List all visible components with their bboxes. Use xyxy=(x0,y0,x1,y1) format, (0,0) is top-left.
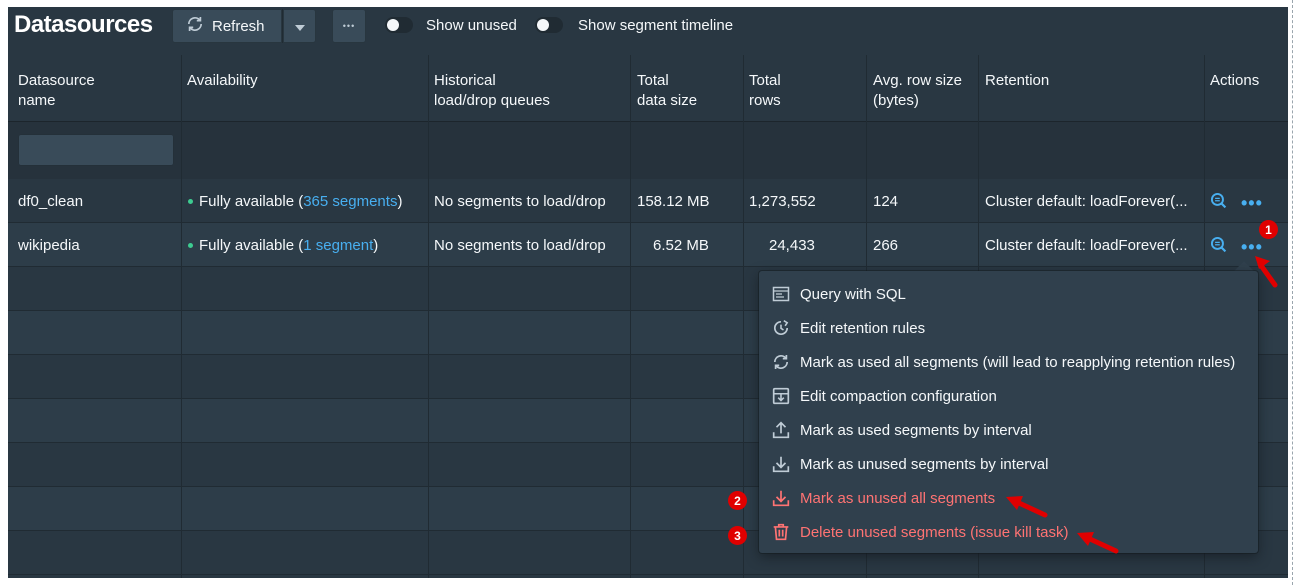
menu-item-label: Edit compaction configuration xyxy=(800,387,997,405)
annotation-badge-1: 1 xyxy=(1259,220,1278,239)
avg-row-size-cell: 124 xyxy=(873,193,899,210)
annotation-arrow-icon xyxy=(1077,532,1119,554)
menu-item-delete-unused-segments[interactable]: Delete unused segments (issue kill task) xyxy=(770,517,1068,547)
caret-down-icon xyxy=(294,18,305,35)
menu-item-label: Mark as used segments by interval xyxy=(800,421,1032,439)
search-template-icon[interactable] xyxy=(1210,192,1227,214)
availability-suffix: ) xyxy=(373,237,379,254)
menu-item-mark-unused-by-interval[interactable]: Mark as unused segments by interval xyxy=(770,449,1048,479)
page-edge-divider xyxy=(1292,0,1293,585)
segments-link[interactable]: 365 segments xyxy=(303,193,397,210)
datasource-name-filter-input[interactable] xyxy=(18,134,174,166)
upload-icon xyxy=(770,420,792,440)
avg-row-size-cell: 266 xyxy=(873,237,899,254)
header-toolbar: Datasources Refresh ••• Show unused Show… xyxy=(8,7,1288,47)
trash-icon xyxy=(770,522,792,542)
download-icon xyxy=(770,488,792,508)
annotation-arrow-icon xyxy=(1255,256,1278,288)
app-window: Datasources Refresh ••• Show unused Show… xyxy=(8,7,1288,578)
more-actions-icon[interactable]: ••• xyxy=(1241,238,1263,256)
segments-link[interactable]: 1 segment xyxy=(303,237,373,254)
menu-item-label: Edit retention rules xyxy=(800,319,926,337)
column-header-avg-row-size[interactable]: Avg. row size (bytes) xyxy=(873,71,962,111)
menu-item-mark-used-by-interval[interactable]: Mark as used segments by interval xyxy=(770,415,1032,445)
data-size-cell: 158.12 MB xyxy=(637,193,710,210)
menu-item-label: Query with SQL xyxy=(800,285,906,303)
show-unused-label: Show unused xyxy=(426,17,517,34)
datasource-name-cell[interactable]: wikipedia xyxy=(18,237,80,254)
show-segment-timeline-toggle[interactable] xyxy=(535,17,563,33)
column-header-total-data-size[interactable]: Total data size xyxy=(637,71,697,111)
availability-text: Fully available ( xyxy=(199,237,304,254)
availability-cell: Fully available (365 segments) xyxy=(188,193,402,210)
refresh-icon xyxy=(186,15,212,37)
column-divider xyxy=(181,55,182,578)
search-template-icon[interactable] xyxy=(1210,236,1227,258)
total-rows-cell: 1,273,552 xyxy=(749,193,816,210)
table-row[interactable]: wikipedia Fully available (1 segment) No… xyxy=(8,223,1288,267)
show-unused-toggle[interactable] xyxy=(385,17,413,33)
table-row[interactable]: df0_clean Fully available (365 segments)… xyxy=(8,179,1288,223)
refresh-label: Refresh xyxy=(212,17,265,35)
menu-item-query-with-sql[interactable]: Query with SQL xyxy=(770,279,906,309)
column-divider xyxy=(630,55,631,578)
refresh-button[interactable]: Refresh xyxy=(172,9,282,43)
availability-cell: Fully available (1 segment) xyxy=(188,237,378,254)
menu-item-label: Delete unused segments (issue kill task) xyxy=(800,523,1069,541)
filter-row xyxy=(8,122,1288,179)
total-rows-cell: 24,433 xyxy=(769,237,815,254)
refresh-options-button[interactable] xyxy=(282,9,316,43)
compressed-icon xyxy=(770,386,792,406)
retention-cell[interactable]: Cluster default: loadForever(... xyxy=(985,193,1188,210)
column-header-availability[interactable]: Availability xyxy=(187,71,258,91)
column-header-load-drop-queues[interactable]: Historical load/drop queues xyxy=(434,71,550,111)
data-size-cell: 6.52 MB xyxy=(653,237,709,254)
header-separator xyxy=(8,121,1288,122)
menu-item-label: Mark as used all segments (will lead to … xyxy=(800,353,1236,371)
menu-item-label: Mark as unused all segments xyxy=(800,489,996,507)
column-header-retention[interactable]: Retention xyxy=(985,71,1049,91)
more-actions-icon[interactable]: ••• xyxy=(1241,194,1263,212)
availability-text: Fully available ( xyxy=(199,193,304,210)
show-segment-timeline-label: Show segment timeline xyxy=(578,17,734,34)
more-icon: ••• xyxy=(342,21,356,31)
annotation-arrow-icon xyxy=(1006,496,1048,518)
annotation-badge-2: 2 xyxy=(728,491,747,510)
retention-cell[interactable]: Cluster default: loadForever(... xyxy=(985,237,1188,254)
menu-item-mark-unused-all-segments[interactable]: Mark as unused all segments xyxy=(770,483,995,513)
menu-item-mark-used-all-segments[interactable]: Mark as used all segments (will lead to … xyxy=(770,347,1235,377)
page-title: Datasources xyxy=(14,11,153,38)
status-dot-icon xyxy=(188,242,193,248)
menu-item-edit-compaction-configuration[interactable]: Edit compaction configuration xyxy=(770,381,997,411)
datasource-name-cell[interactable]: df0_clean xyxy=(18,193,83,210)
column-header-datasource-name[interactable]: Datasource name xyxy=(18,71,95,111)
column-header-actions: Actions xyxy=(1210,72,1260,89)
status-dot-icon xyxy=(188,198,193,204)
queues-cell: No segments to load/drop xyxy=(434,193,606,210)
row-actions: ••• xyxy=(1210,192,1263,214)
menu-item-label: Mark as unused segments by interval xyxy=(800,455,1049,473)
application-icon xyxy=(770,284,792,304)
annotation-badge-3: 3 xyxy=(728,526,747,545)
column-header-total-rows[interactable]: Total rows xyxy=(749,71,781,111)
queues-cell: No segments to load/drop xyxy=(434,237,606,254)
more-options-button[interactable]: ••• xyxy=(332,9,366,43)
download-icon xyxy=(770,454,792,474)
availability-suffix: ) xyxy=(397,193,403,210)
menu-item-edit-retention-rules[interactable]: Edit retention rules xyxy=(770,313,925,343)
column-divider xyxy=(428,55,429,578)
automatic-updates-icon xyxy=(770,318,792,338)
refresh-icon xyxy=(770,352,792,372)
